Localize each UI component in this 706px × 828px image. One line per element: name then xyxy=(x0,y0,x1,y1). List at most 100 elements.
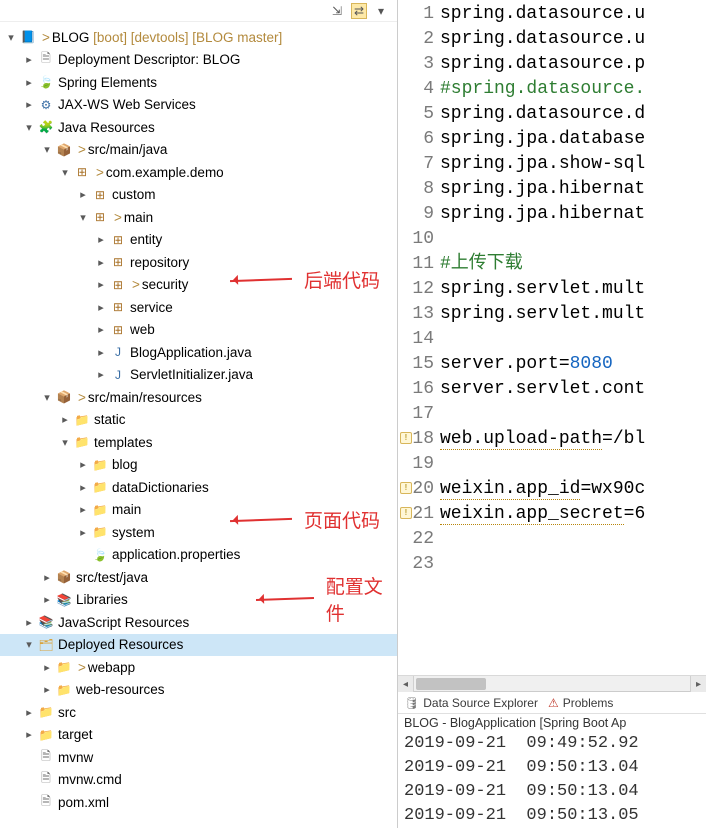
code-line[interactable] xyxy=(440,552,706,577)
code-line[interactable]: spring.servlet.mult xyxy=(440,277,706,302)
chevron-right-icon[interactable]: ▸ xyxy=(40,660,54,674)
chevron-down-icon[interactable]: ▾ xyxy=(76,210,90,224)
chevron-right-icon[interactable]: ▸ xyxy=(22,728,36,742)
tree-item-webapp[interactable]: ▸ 📁 > webapp xyxy=(0,656,397,679)
tree-item-jaxws[interactable]: ▸ ⚙ JAX-WS Web Services xyxy=(0,94,397,117)
chevron-right-icon[interactable]: ▸ xyxy=(22,615,36,629)
chevron-right-icon[interactable]: ▸ xyxy=(22,98,36,112)
chevron-right-icon[interactable]: ▸ xyxy=(40,593,54,607)
tree-item-pkg-service[interactable]: ▸ ⊞ service xyxy=(0,296,397,319)
tree-item-tpl-system[interactable]: ▸ 📁 system xyxy=(0,521,397,544)
tree-item-deployment-descriptor[interactable]: ▸ 🗎 Deployment Descriptor: BLOG xyxy=(0,49,397,72)
tree-item-pkg-web[interactable]: ▸ ⊞ web xyxy=(0,319,397,342)
chevron-right-icon[interactable]: ▸ xyxy=(40,683,54,697)
tree-item-javascript-resources[interactable]: ▸ 📚 JavaScript Resources xyxy=(0,611,397,634)
code-line[interactable]: #上传下载 xyxy=(440,252,706,277)
tree-item-pkg-repository[interactable]: ▸ ⊞ repository xyxy=(0,251,397,274)
chevron-right-icon[interactable]: ▸ xyxy=(94,278,108,292)
chevron-right-icon[interactable]: ▸ xyxy=(58,413,72,427)
chevron-right-icon[interactable]: ▸ xyxy=(94,368,108,382)
tree-item-servletinitializer[interactable]: ▸ J ServletInitializer.java xyxy=(0,364,397,387)
code-line[interactable]: spring.jpa.hibernat xyxy=(440,202,706,227)
code-line[interactable]: server.port=8080 xyxy=(440,352,706,377)
tree-item-target[interactable]: ▸ 📁 target xyxy=(0,724,397,747)
code-line[interactable] xyxy=(440,402,706,427)
tree-item-pkg-security[interactable]: ▸ ⊞ > security xyxy=(0,274,397,297)
tree-item-spring-elements[interactable]: ▸ 🍃 Spring Elements xyxy=(0,71,397,94)
tree-item-tpl-main[interactable]: ▸ 📁 main xyxy=(0,499,397,522)
bottom-tabs[interactable]: 🛢 Data Source Explorer ⚠ Problems xyxy=(398,692,706,714)
chevron-right-icon[interactable]: ▸ xyxy=(94,345,108,359)
chevron-down-icon[interactable]: ▾ xyxy=(58,165,72,179)
tab-problems[interactable]: ⚠ Problems xyxy=(548,696,613,710)
tree-item-pkg-custom[interactable]: ▸ ⊞ custom xyxy=(0,184,397,207)
chevron-down-icon[interactable]: ▾ xyxy=(40,390,54,404)
chevron-right-icon[interactable]: ▸ xyxy=(76,480,90,494)
code-line[interactable]: spring.datasource.u xyxy=(440,27,706,52)
tree-item-pkg-main[interactable]: ▾ ⊞ > main xyxy=(0,206,397,229)
chevron-down-icon[interactable]: ▾ xyxy=(58,435,72,449)
code-line[interactable]: spring.jpa.database xyxy=(440,127,706,152)
code-line[interactable]: spring.datasource.p xyxy=(440,52,706,77)
tree-item-pkg-entity[interactable]: ▸ ⊞ entity xyxy=(0,229,397,252)
tree-item-static[interactable]: ▸ 📁 static xyxy=(0,409,397,432)
tree-item-src-main-resources[interactable]: ▾ 📦 > src/main/resources xyxy=(0,386,397,409)
tree-item-src-test-java[interactable]: ▸ 📦 src/test/java xyxy=(0,566,397,589)
code-line[interactable]: server.servlet.cont xyxy=(440,377,706,402)
tree-item-pkg-root[interactable]: ▾ ⊞ > com.example.demo xyxy=(0,161,397,184)
code-line[interactable]: spring.jpa.hibernat xyxy=(440,177,706,202)
code-line[interactable] xyxy=(440,327,706,352)
chevron-right-icon[interactable]: ▸ xyxy=(94,300,108,314)
code-line[interactable]: #spring.datasource. xyxy=(440,77,706,102)
code-line[interactable]: web.upload-path=/bl xyxy=(440,427,706,452)
chevron-down-icon[interactable]: ▾ xyxy=(4,30,18,44)
code-line[interactable] xyxy=(440,227,706,252)
tree-item-web-resources[interactable]: ▸ 📁 web-resources xyxy=(0,679,397,702)
tree-item-blogapplication[interactable]: ▸ J BlogApplication.java xyxy=(0,341,397,364)
link-editor-icon[interactable]: ⇄ xyxy=(351,3,367,19)
chevron-right-icon[interactable]: ▸ xyxy=(76,503,90,517)
tree-item-java-resources[interactable]: ▾ 🧩 Java Resources xyxy=(0,116,397,139)
chevron-right-icon[interactable]: ▸ xyxy=(94,255,108,269)
tree-item-src-main-java[interactable]: ▾ 📦 > src/main/java xyxy=(0,139,397,162)
code-line[interactable]: weixin.app_id=wx90c xyxy=(440,477,706,502)
chevron-right-icon[interactable]: ▸ xyxy=(76,188,90,202)
scroll-right-icon[interactable]: ▸ xyxy=(690,676,706,692)
tree-item-pom-xml[interactable]: ▸ 🗎 pom.xml xyxy=(0,791,397,814)
code-line[interactable]: spring.datasource.u xyxy=(440,2,706,27)
tree-item-application-properties[interactable]: ▸ 🍃 application.properties xyxy=(0,544,397,567)
chevron-right-icon[interactable]: ▸ xyxy=(22,53,36,67)
code-line[interactable]: spring.jpa.show-sql xyxy=(440,152,706,177)
chevron-down-icon[interactable]: ▾ xyxy=(22,638,36,652)
code-line[interactable]: spring.servlet.mult xyxy=(440,302,706,327)
code-line[interactable] xyxy=(440,452,706,477)
tree-item-libraries[interactable]: ▸ 📚 Libraries xyxy=(0,589,397,612)
editor-code[interactable]: spring.datasource.uspring.datasource.usp… xyxy=(440,0,706,675)
code-line[interactable]: spring.datasource.d xyxy=(440,102,706,127)
tree-item-src[interactable]: ▸ 📁 src xyxy=(0,701,397,724)
scroll-left-icon[interactable]: ◂ xyxy=(398,676,414,692)
view-menu-icon[interactable]: ▾ xyxy=(373,3,389,19)
tree-item-templates[interactable]: ▾ 📁 templates xyxy=(0,431,397,454)
chevron-right-icon[interactable]: ▸ xyxy=(94,323,108,337)
scrollbar-thumb[interactable] xyxy=(416,678,486,690)
console-output[interactable]: 2019-09-21 09:49:52.922019-09-21 09:50:1… xyxy=(398,732,706,828)
tree-item-tpl-blog[interactable]: ▸ 📁 blog xyxy=(0,454,397,477)
chevron-down-icon[interactable]: ▾ xyxy=(40,143,54,157)
tree-item-mvnw[interactable]: ▸ 🗎 mvnw xyxy=(0,746,397,769)
chevron-down-icon[interactable]: ▾ xyxy=(22,120,36,134)
tree-item-deployed-resources[interactable]: ▾ 🗂 Deployed Resources xyxy=(0,634,397,657)
chevron-right-icon[interactable]: ▸ xyxy=(22,705,36,719)
chevron-right-icon[interactable]: ▸ xyxy=(76,458,90,472)
tree-item-tpl-datadictionaries[interactable]: ▸ 📁 dataDictionaries xyxy=(0,476,397,499)
collapse-all-icon[interactable]: ⇲ xyxy=(329,3,345,19)
code-line[interactable] xyxy=(440,527,706,552)
tree-project-root[interactable]: ▾ 📘 > BLOG [boot] [devtools] [BLOG maste… xyxy=(0,26,397,49)
chevron-right-icon[interactable]: ▸ xyxy=(40,570,54,584)
tree-item-mvnw-cmd[interactable]: ▸ 🗎 mvnw.cmd xyxy=(0,769,397,792)
tab-data-source-explorer[interactable]: 🛢 Data Source Explorer xyxy=(404,696,538,710)
project-tree[interactable]: ▾ 📘 > BLOG [boot] [devtools] [BLOG maste… xyxy=(0,22,397,824)
chevron-right-icon[interactable]: ▸ xyxy=(22,75,36,89)
code-line[interactable]: weixin.app_secret=6 xyxy=(440,502,706,527)
code-editor[interactable]: 123456789101112131415161718!1920!21!2223… xyxy=(398,0,706,675)
